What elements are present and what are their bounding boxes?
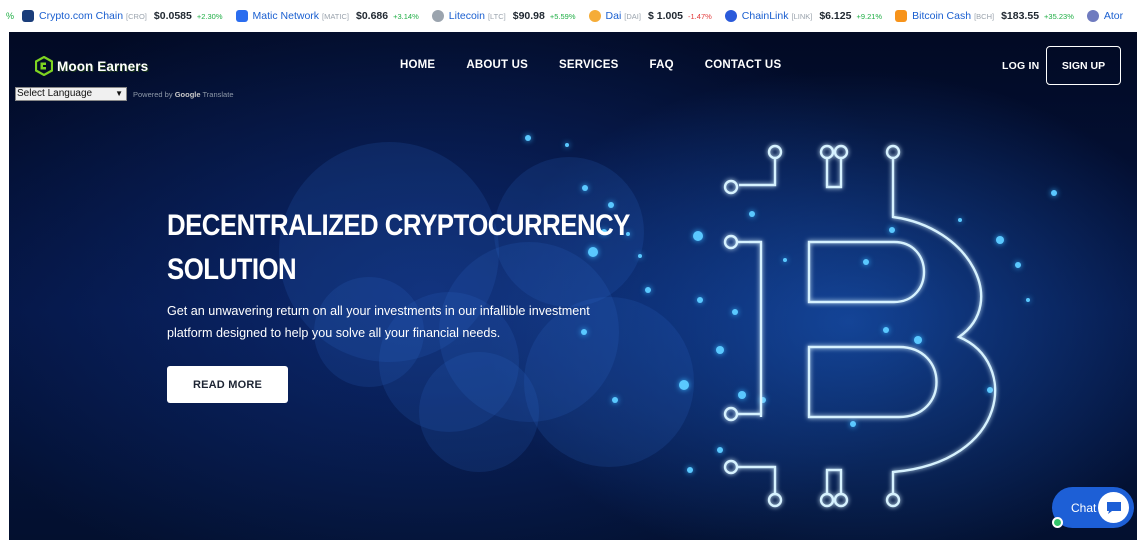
ticker-coin-change: +9.21% [856, 11, 883, 21]
bitcoin-cash-icon [895, 10, 908, 22]
ticker-coin-name: Litecoin [448, 10, 485, 22]
signup-label: SIGN UP [1061, 59, 1106, 72]
read-more-button[interactable]: READ MORE [167, 366, 288, 403]
read-more-label: READ MORE [192, 378, 263, 391]
chat-widget-button[interactable]: Chat [1052, 487, 1134, 528]
hero-subtitle-line-1: Get an unwavering return on all your inv… [167, 304, 590, 318]
nav-about-us[interactable]: ABOUT US [466, 59, 528, 71]
language-select-value: Select Language [17, 88, 93, 99]
ticker-coin-name: Bitcoin Cash [912, 10, 972, 22]
ticker-coin-price: $90.98 [512, 10, 545, 22]
ticker-coin-symbol: [CRO] [126, 11, 147, 21]
bitcoin-circuit-illustration [723, 144, 997, 508]
litecoin-icon [431, 10, 444, 22]
powered-by-label: Powered by [133, 89, 173, 99]
ticker-coin-change: +5.59% [549, 11, 576, 21]
ticker-coin-name: Dai [605, 10, 622, 22]
main-nav: HOME ABOUT US SERVICES FAQ CONTACT US [400, 59, 781, 71]
ticker-coin-change: +3.14% [393, 11, 419, 21]
glow-particle [608, 202, 614, 208]
ticker-coin-price: $0.0585 [153, 10, 192, 22]
ticker-coin-symbol: [DAI] [624, 11, 641, 21]
ticker-item[interactable]: ChainLink [LINK] $6.125 +9.21% [724, 10, 883, 22]
nav-services[interactable]: SERVICES [559, 59, 619, 71]
hero-section: Moon Earners Select Language ▼ Powered b… [9, 32, 1137, 540]
ticker-coin-symbol: [MATIC] [322, 11, 349, 21]
google-logo-text: Google [174, 89, 201, 99]
dai-icon [588, 10, 601, 22]
hero-subtitle-line-2: platform designed to help you solve all … [167, 326, 501, 340]
chevron-down-icon: ▼ [115, 89, 123, 98]
ticker-coin-name: Matic Network [252, 10, 320, 22]
bokeh-light [419, 352, 539, 472]
ticker-item[interactable]: Litecoin [LTC] $90.98 +5.59% [431, 10, 576, 22]
ticker-coin-change: +35.23% [1044, 11, 1074, 21]
chat-label: Chat [1071, 500, 1097, 515]
ticker-lead-fragment: % [6, 11, 15, 21]
glow-particle [582, 185, 588, 191]
glow-particle [565, 143, 569, 147]
ticker-item[interactable]: Crypto.com Chain [CRO] $0.0585 +2.30% [22, 10, 223, 22]
ticker-coin-price: $ 1.005 [647, 10, 684, 22]
online-status-indicator [1052, 517, 1063, 528]
ticker-coin-change: +2.30% [196, 11, 223, 21]
crypto-price-ticker: % Crypto.com Chain [CRO] $0.0585 +2.30% Mati… [0, 0, 1137, 32]
powered-by-google-translate[interactable]: Powered by Google Translate [133, 90, 234, 99]
atom-icon [1086, 10, 1099, 22]
ticker-item[interactable]: Matic Network [MATIC] $0.686 +3.14% [235, 10, 419, 22]
language-select[interactable]: Select Language ▼ [15, 87, 127, 101]
ticker-item[interactable]: Bitcoin Cash [BCH] $183.55 +35.23% [895, 10, 1074, 22]
signup-button[interactable]: SIGN UP [1046, 46, 1121, 85]
site-logo[interactable]: Moon Earners [34, 55, 149, 77]
hero-headline: DECENTRALIZED CRYPTOCURRENCY SOLUTION [167, 204, 630, 292]
ticker-coin-symbol: [BCH] [974, 11, 995, 21]
glow-particle [638, 254, 642, 258]
chat-bubble-icon [1098, 492, 1129, 523]
hero-headline-line-2: SOLUTION [167, 253, 297, 286]
ticker-coin-name: Crypto.com Chain [39, 10, 124, 22]
ticker-item[interactable]: Dai [DAI] $ 1.005 -1.47% [588, 10, 712, 22]
translate-label: Translate [202, 89, 234, 99]
ticker-coin-symbol: [LINK] [791, 11, 813, 21]
nav-home[interactable]: HOME [400, 59, 435, 71]
ticker-coin-price: $6.125 [819, 10, 852, 22]
hero-subtitle: Get an unwavering return on all your inv… [167, 300, 617, 344]
glow-particle [525, 135, 531, 141]
glow-particle [612, 397, 618, 403]
login-link[interactable]: LOG IN [1002, 60, 1039, 72]
cro-icon [22, 10, 35, 22]
nav-faq[interactable]: FAQ [650, 59, 674, 71]
glow-particle [588, 247, 598, 257]
ticker-coin-name: ChainLink [741, 10, 789, 22]
ticker-coin-name: Ator [1103, 10, 1124, 22]
google-translate-widget: Select Language ▼ Powered by Google Tran… [15, 87, 234, 101]
matic-icon [235, 10, 248, 22]
chainlink-icon [724, 10, 737, 22]
ticker-coin-symbol: [LTC] [487, 11, 506, 21]
ticker-coin-price: $0.686 [355, 10, 389, 22]
moon-earners-logo-icon [34, 55, 54, 77]
logo-text: Moon Earners [57, 58, 149, 74]
ticker-item[interactable]: Ator [1086, 10, 1126, 22]
hero-headline-line-1: DECENTRALIZED CRYPTOCURRENCY [167, 209, 630, 242]
ticker-coin-change: -1.47% [688, 11, 712, 21]
ticker-coin-price: $183.55 [1001, 10, 1040, 22]
nav-contact-us[interactable]: CONTACT US [705, 59, 782, 71]
glow-particle [645, 287, 651, 293]
